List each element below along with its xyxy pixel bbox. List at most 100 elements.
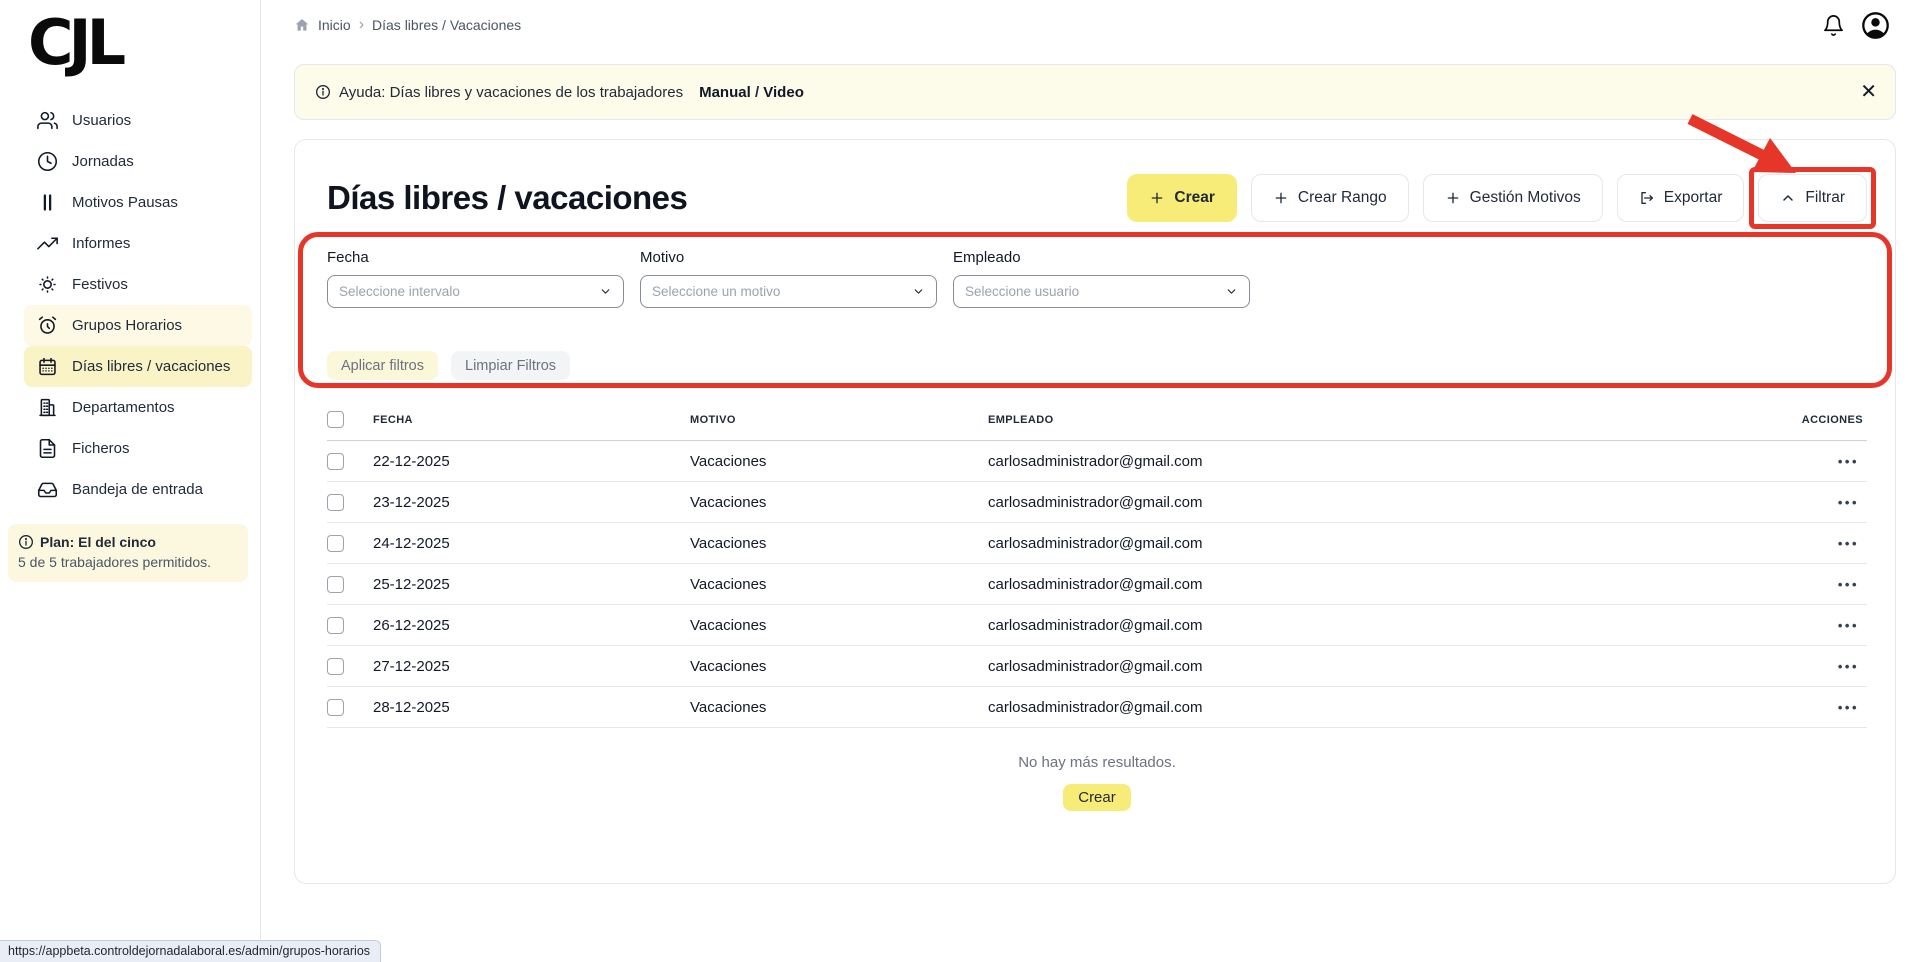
sidebar-item-label: Bandeja de entrada <box>72 481 203 498</box>
create-button[interactable]: Crear <box>1127 174 1237 222</box>
cell-empleado: carlosadministrador@gmail.com <box>988 441 1757 482</box>
filter-button[interactable]: Filtrar <box>1758 174 1867 222</box>
clock-icon <box>37 151 58 172</box>
create-range-button[interactable]: Crear Rango <box>1251 174 1409 222</box>
page: CJL UsuariosJornadasMotivos PausasInform… <box>0 0 1920 962</box>
help-banner: Ayuda: Días libres y vacaciones de los t… <box>294 64 1896 120</box>
table-row: 28-12-2025Vacacionescarlosadministrador@… <box>327 687 1867 728</box>
trending-up-icon <box>37 233 58 254</box>
clear-filters-button[interactable]: Limpiar Filtros <box>451 351 570 380</box>
select-all-checkbox[interactable] <box>327 411 344 428</box>
info-icon <box>18 534 34 550</box>
column-header-acciones: ACCIONES <box>1757 405 1867 441</box>
plan-box: Plan: El del cinco 5 de 5 trabajadores p… <box>8 524 248 582</box>
plan-subtitle: 5 de 5 trabajadores permitidos. <box>18 554 238 570</box>
column-header-empleado: EMPLEADO <box>988 405 1757 441</box>
table-row: 27-12-2025Vacacionescarlosadministrador@… <box>327 646 1867 687</box>
button-label: Crear Rango <box>1298 189 1387 207</box>
select-placeholder: Seleccione usuario <box>965 284 1079 299</box>
sidebar-item-informes[interactable]: Informes <box>24 223 252 264</box>
button-label: Crear <box>1174 189 1215 207</box>
manage-reasons-button[interactable]: Gestión Motivos <box>1423 174 1603 222</box>
user-avatar-icon[interactable] <box>1861 11 1890 40</box>
content-card: Días libres / vacaciones Crear Crear Rang… <box>294 139 1896 884</box>
home-icon <box>294 17 310 33</box>
row-checkbox[interactable] <box>327 617 344 634</box>
sidebar-item-label: Grupos Horarios <box>72 317 182 334</box>
sidebar-nav: Usuarios JornadasMotivos Pausas Informes Fe… <box>0 92 260 510</box>
cell-fecha: 25-12-2025 <box>373 564 690 605</box>
sidebar-item-festivos[interactable]: Festivos <box>24 264 252 305</box>
file-icon <box>37 438 58 459</box>
status-bar: https://appbeta.controldejornadalaboral.… <box>0 940 381 962</box>
row-actions-button[interactable]: ••• <box>1838 536 1859 551</box>
inbox-icon <box>37 479 58 500</box>
row-checkbox[interactable] <box>327 453 344 470</box>
cell-motivo: Vacaciones <box>690 646 988 687</box>
sidebar-item-label: Usuarios <box>72 112 131 129</box>
help-link-separator: / <box>755 84 759 101</box>
row-actions-button[interactable]: ••• <box>1838 495 1859 510</box>
cell-empleado: carlosadministrador@gmail.com <box>988 523 1757 564</box>
row-actions-button[interactable]: ••• <box>1838 618 1859 633</box>
sidebar-item-bandeja-de-entrada[interactable]: Bandeja de entrada <box>24 469 252 510</box>
row-actions-button[interactable]: ••• <box>1838 700 1859 715</box>
cell-motivo: Vacaciones <box>690 482 988 523</box>
cell-fecha: 27-12-2025 <box>373 646 690 687</box>
sidebar-item-label: Días libres / vacaciones <box>72 358 230 375</box>
sidebar-item-dias-libres-vacaciones[interactable]: Días libres / vacaciones <box>24 346 252 387</box>
sidebar-item-motivos-pausas[interactable]: Motivos Pausas <box>24 182 252 223</box>
row-checkbox[interactable] <box>327 576 344 593</box>
manual-link[interactable]: Manual <box>699 84 751 101</box>
close-icon[interactable]: ✕ <box>1860 82 1877 102</box>
empleado-filter-field: EmpleadoSeleccione usuario <box>953 249 1250 308</box>
cell-fecha: 28-12-2025 <box>373 687 690 728</box>
cell-empleado: carlosadministrador@gmail.com <box>988 646 1757 687</box>
breadcrumb-current: Días libres / Vacaciones <box>372 17 521 33</box>
video-link[interactable]: Video <box>763 84 804 101</box>
table-header-row: FECHAMOTIVOEMPLEADOACCIONES <box>327 405 1867 441</box>
sidebar-item-departamentos[interactable]: Departamentos <box>24 387 252 428</box>
topbar-right <box>1822 11 1890 40</box>
breadcrumb-inicio[interactable]: Inicio <box>318 17 351 33</box>
row-checkbox[interactable] <box>327 699 344 716</box>
sidebar-item-label: Informes <box>72 235 130 252</box>
row-checkbox[interactable] <box>327 494 344 511</box>
column-header-fecha: FECHA <box>373 405 690 441</box>
plus-icon <box>1273 190 1289 206</box>
button-label: Filtrar <box>1805 189 1845 207</box>
sidebar-item-grupos-horarios[interactable]: Grupos Horarios <box>24 305 252 346</box>
fecha-filter-select[interactable]: Seleccione intervalo <box>327 275 624 308</box>
row-actions-button[interactable]: ••• <box>1838 454 1859 469</box>
row-checkbox[interactable] <box>327 658 344 675</box>
row-actions-button[interactable]: ••• <box>1838 577 1859 592</box>
empleado-filter-select[interactable]: Seleccione usuario <box>953 275 1250 308</box>
sidebar-item-usuarios[interactable]: Usuarios <box>24 100 252 141</box>
sidebar-item-ficheros[interactable]: Ficheros <box>24 428 252 469</box>
page-title: Días libres / vacaciones <box>327 179 687 217</box>
create-bottom-button[interactable]: Crear <box>1063 784 1131 811</box>
column-header-motivo: MOTIVO <box>690 405 988 441</box>
cell-empleado: carlosadministrador@gmail.com <box>988 564 1757 605</box>
row-checkbox[interactable] <box>327 535 344 552</box>
notifications-bell-icon[interactable] <box>1822 14 1845 37</box>
motivo-filter-select[interactable]: Seleccione un motivo <box>640 275 937 308</box>
filter-button-wrapper: Filtrar <box>1758 174 1867 222</box>
table-row: 25-12-2025Vacacionescarlosadministrador@… <box>327 564 1867 605</box>
sidebar-item-jornadas[interactable]: Jornadas <box>24 141 252 182</box>
chevron-up-icon <box>1780 190 1796 206</box>
plus-icon <box>1445 190 1461 206</box>
select-placeholder: Seleccione intervalo <box>339 284 460 299</box>
row-actions-button[interactable]: ••• <box>1838 659 1859 674</box>
plan-title-text: Plan: El del cinco <box>40 534 156 550</box>
table-row: 23-12-2025Vacacionescarlosadministrador@… <box>327 482 1867 523</box>
cell-fecha: 22-12-2025 <box>373 441 690 482</box>
results-table: FECHAMOTIVOEMPLEADOACCIONES 22-12-2025Va… <box>327 405 1867 728</box>
table-row: 26-12-2025Vacacionescarlosadministrador@… <box>327 605 1867 646</box>
apply-filters-button[interactable]: Aplicar filtros <box>327 351 438 380</box>
sidebar-item-label: Departamentos <box>72 399 175 416</box>
export-button[interactable]: Exportar <box>1617 174 1745 222</box>
building-icon <box>37 397 58 418</box>
cell-empleado: carlosadministrador@gmail.com <box>988 482 1757 523</box>
button-label: Exportar <box>1664 189 1723 207</box>
